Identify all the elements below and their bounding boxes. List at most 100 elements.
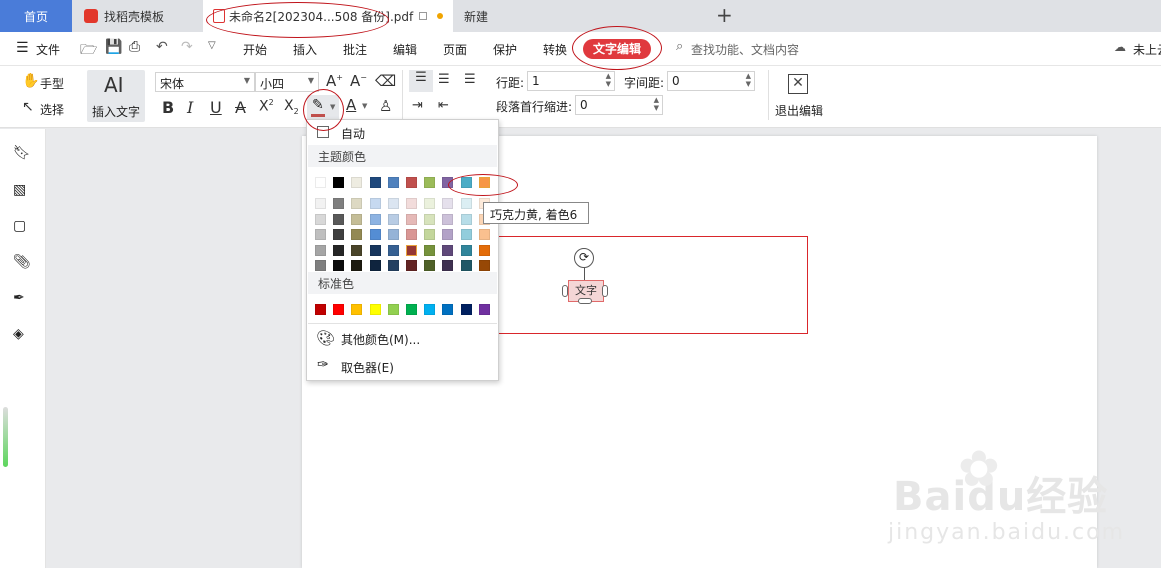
standard-color-swatch[interactable] [333,304,345,315]
scroll-indicator[interactable] [3,407,8,467]
hand-tool-button[interactable]: 手型 [40,75,64,92]
exit-edit-icon[interactable]: ✕ [788,74,808,94]
theme-shade-swatch[interactable] [406,244,417,256]
theme-color-swatch[interactable] [315,177,326,188]
standard-color-swatch[interactable] [460,304,472,315]
cloud-status[interactable]: 未上云 [1133,41,1161,58]
theme-shade-swatch[interactable] [369,244,381,256]
font-name-select[interactable]: 宋体 ▼ [155,72,255,92]
theme-shade-swatch[interactable] [424,198,436,209]
theme-shade-swatch[interactable] [369,213,381,225]
standard-color-swatch[interactable] [351,304,363,315]
theme-shade-swatch[interactable] [424,260,436,271]
theme-shade-swatch[interactable] [460,260,472,271]
superscript-icon[interactable]: X2 [259,98,274,115]
theme-shade-swatch[interactable] [406,229,417,240]
standard-color-swatch[interactable] [406,304,417,315]
theme-shade-swatch[interactable] [333,260,345,271]
theme-shade-swatch[interactable] [406,260,417,271]
font-color-icon[interactable]: A [346,96,356,114]
more-colors-option[interactable]: 其他颜色(M)... [341,331,420,348]
comment-icon[interactable]: ▢ [13,218,31,236]
font-size-select[interactable]: 小四 ▼ [255,72,319,92]
theme-shade-swatch[interactable] [369,260,381,271]
text-frame[interactable] [460,236,808,334]
theme-shade-swatch[interactable] [351,229,363,240]
theme-color-swatch[interactable] [387,177,399,188]
theme-shade-swatch[interactable] [333,229,345,240]
theme-shade-swatch[interactable] [369,229,381,240]
tab-new[interactable]: 新建 [454,0,706,32]
italic-icon[interactable]: I [187,98,193,117]
bookmark-icon[interactable]: 🔖︎ [13,145,31,163]
theme-shade-swatch[interactable] [460,198,472,209]
theme-shade-swatch[interactable] [460,213,472,225]
menu-insert[interactable]: 插入 [293,41,317,58]
hamburger-menu-icon[interactable]: ☰ [16,40,29,56]
theme-shade-swatch[interactable] [315,244,326,256]
open-folder-icon[interactable]: 🗁 [80,39,97,63]
theme-shade-swatch[interactable] [333,244,345,256]
thumbnail-icon[interactable]: ▧ [13,182,31,200]
theme-shade-swatch[interactable] [442,260,454,271]
redo-icon[interactable]: ↷ [181,39,193,55]
theme-color-swatch[interactable] [424,177,436,188]
align-right-icon[interactable]: ☰ [464,72,476,87]
theme-shade-swatch[interactable] [387,213,399,225]
eyedropper-option[interactable]: 取色器(E) [341,359,394,376]
tab-template[interactable]: 找稻壳模板 [74,0,202,32]
save-icon[interactable]: 💾 [105,39,122,55]
theme-color-swatch[interactable] [351,177,363,188]
shrink-font-icon[interactable]: A− [350,72,367,90]
menu-comment[interactable]: 批注 [343,41,367,58]
theme-shade-swatch[interactable] [387,198,399,209]
exit-edit-button[interactable]: 退出编辑 [775,102,823,119]
theme-shade-swatch[interactable] [442,198,454,209]
auto-color-option[interactable]: 自动 [341,125,365,142]
theme-shade-swatch[interactable] [387,260,399,271]
subscript-icon[interactable]: X2 [284,98,299,116]
resize-handle[interactable] [578,298,592,304]
theme-shade-swatch[interactable] [406,198,417,209]
grow-font-icon[interactable]: A+ [326,72,343,90]
theme-shade-swatch[interactable] [478,260,490,271]
char-spacing-input[interactable]: 0 ▲ ▼ [667,71,755,91]
standard-color-swatch[interactable] [424,304,436,315]
theme-shade-swatch[interactable] [369,198,381,209]
align-center-icon[interactable]: ☰ [438,72,450,87]
theme-shade-swatch[interactable] [424,229,436,240]
standard-color-swatch[interactable] [442,304,454,315]
standard-color-swatch[interactable] [387,304,399,315]
theme-shade-swatch[interactable] [333,213,345,225]
tab-restore-icon[interactable] [419,12,428,20]
indent-input[interactable]: 0 ▲ ▼ [575,95,663,115]
align-left-icon[interactable]: ☰ [409,70,433,92]
theme-shade-swatch[interactable] [460,244,472,256]
font-format-icon[interactable]: ♙ [379,97,392,115]
layers-icon[interactable]: ◈ [13,326,31,344]
bold-icon[interactable]: B [162,98,174,117]
theme-shade-swatch[interactable] [442,229,454,240]
theme-color-swatch[interactable] [406,177,417,188]
theme-shade-swatch[interactable] [351,260,363,271]
rotate-handle-icon[interactable]: ⟳ [574,248,594,268]
print-icon[interactable]: ⎙ [129,39,140,55]
theme-shade-swatch[interactable] [424,244,436,256]
theme-shade-swatch[interactable] [315,260,326,271]
increase-indent-icon[interactable]: ⇥ [412,98,423,113]
theme-shade-swatch[interactable] [387,229,399,240]
theme-shade-swatch[interactable] [460,229,472,240]
resize-handle[interactable] [562,285,568,297]
quick-access-dropdown-icon[interactable]: ▽ [208,40,216,51]
line-spacing-input[interactable]: 1 ▲ ▼ [527,71,615,91]
theme-shade-swatch[interactable] [351,198,363,209]
menu-file[interactable]: 文件 [36,41,60,58]
add-tab-button[interactable]: + [716,3,733,27]
theme-shade-swatch[interactable] [424,213,436,225]
theme-shade-swatch[interactable] [315,213,326,225]
theme-shade-swatch[interactable] [351,244,363,256]
theme-shade-swatch[interactable] [315,198,326,209]
theme-shade-swatch[interactable] [478,229,490,240]
theme-color-swatch[interactable] [369,177,381,188]
theme-color-swatch[interactable] [333,177,345,188]
